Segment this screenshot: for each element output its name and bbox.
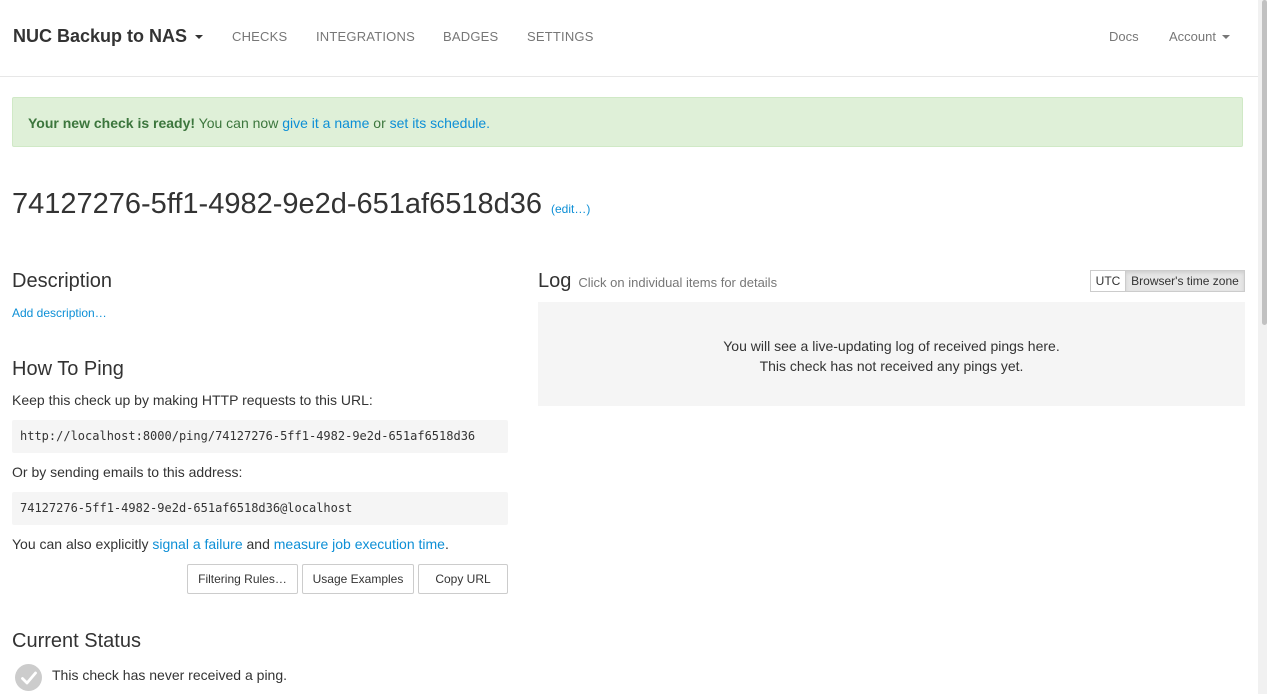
edit-name-link[interactable]: (edit…) [551, 202, 590, 216]
caret-down-icon [1221, 34, 1230, 39]
signal-failure-link[interactable]: signal a failure [152, 536, 242, 552]
check-uuid: 74127276-5ff1-4982-9e2d-651af6518d36 [12, 188, 543, 220]
tz-utc-button[interactable]: UTC [1090, 270, 1126, 292]
ping-email[interactable]: 74127276-5ff1-4982-9e2d-651af6518d36@loc… [12, 492, 508, 525]
add-description-link[interactable]: Add description… [12, 306, 107, 320]
account-label: Account [1169, 29, 1216, 44]
scrollbar-thumb[interactable] [1262, 0, 1267, 325]
nav-badges[interactable]: BADGES [443, 29, 498, 44]
check-status-icon [15, 664, 42, 691]
nav-integrations[interactable]: INTEGRATIONS [316, 29, 415, 44]
copy-url-button[interactable]: Copy URL [418, 564, 508, 594]
log-heading: Log [538, 270, 572, 292]
give-name-link[interactable]: give it a name [282, 115, 369, 131]
measure-time-link[interactable]: measure job execution time [274, 536, 445, 552]
project-name: NUC Backup to NAS [13, 26, 188, 46]
log-empty-line: This check has not received any pings ye… [759, 358, 1024, 374]
usage-examples-button[interactable]: Usage Examples [302, 564, 414, 594]
description-heading: Description [12, 270, 113, 292]
set-schedule-link[interactable]: set its schedule. [390, 115, 490, 131]
nav-checks[interactable]: CHECKS [232, 29, 287, 44]
current-status-heading: Current Status [12, 630, 141, 652]
check-title: 74127276-5ff1-4982-9e2d-651af6518d36 (ed… [12, 188, 590, 221]
success-alert: Your new check is ready! You can now giv… [12, 97, 1243, 147]
ping-url[interactable]: http://localhost:8000/ping/74127276-5ff1… [12, 420, 508, 453]
log-empty-state: You will see a live-updating log of rece… [538, 302, 1245, 406]
log-subtitle: Click on individual items for details [578, 275, 778, 290]
also-text-part: You can also explicitly [12, 536, 153, 552]
project-dropdown[interactable]: NUC Backup to NAS [13, 26, 204, 47]
alert-strong: Your new check is ready! [28, 115, 196, 131]
alert-text: or [369, 115, 390, 131]
alert-text: You can now [195, 115, 283, 131]
also-text-part: and [242, 536, 274, 552]
nav-settings[interactable]: SETTINGS [527, 29, 594, 44]
tz-browser-button[interactable]: Browser's time zone [1125, 270, 1245, 292]
http-intro: Keep this check up by making HTTP reques… [12, 392, 373, 408]
how-to-ping-heading: How To Ping [12, 358, 124, 380]
email-intro: Or by sending emails to this address: [12, 464, 243, 480]
log-header: Log Click on individual items for detail… [538, 270, 777, 293]
status-text: This check has never received a ping. [52, 667, 288, 683]
also-text-part: . [444, 536, 449, 552]
log-empty-line: You will see a live-updating log of rece… [723, 338, 1060, 354]
navbar: NUC Backup to NAS CHECKS INTEGRATIONS BA… [0, 0, 1258, 77]
filtering-rules-button[interactable]: Filtering Rules… [187, 564, 298, 594]
account-dropdown[interactable]: Account [1169, 29, 1230, 44]
also-text: You can also explicitly signal a failure… [12, 536, 449, 552]
caret-down-icon [195, 34, 204, 39]
checkmark-icon [20, 671, 37, 684]
nav-docs[interactable]: Docs [1109, 29, 1139, 44]
